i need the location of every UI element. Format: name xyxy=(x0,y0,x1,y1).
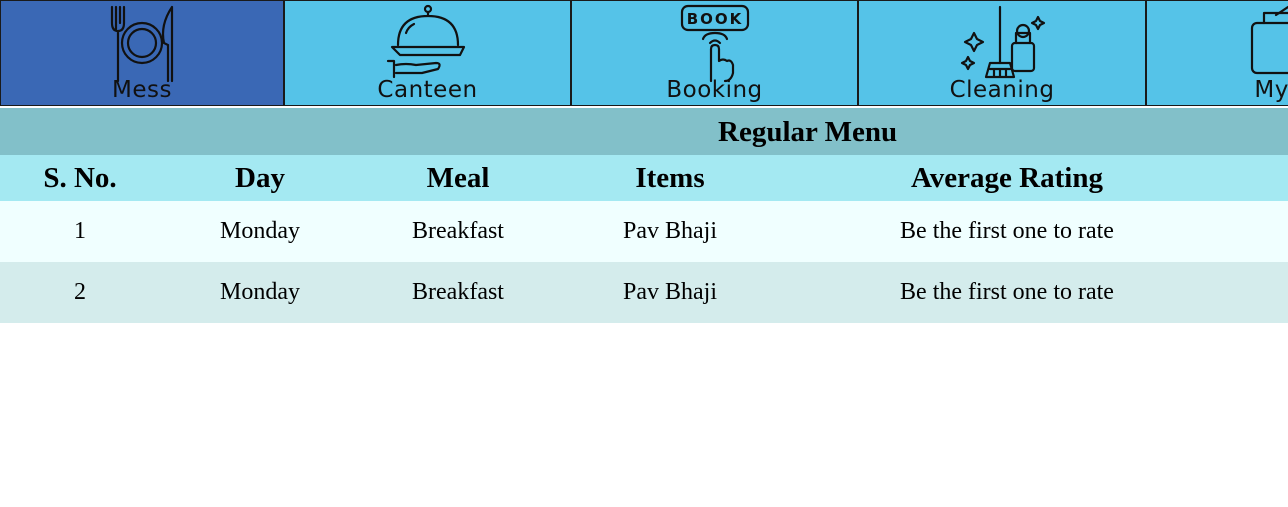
tab-label: Canteen xyxy=(377,77,478,103)
tab-booking[interactable]: BOOK Booking xyxy=(571,0,858,106)
table-header-row: S. No. Day Meal Items Average Rating xyxy=(0,155,1288,201)
cell-meal: Breakfast xyxy=(360,262,556,323)
section-title: Regular Menu xyxy=(718,116,898,148)
top-nav: Mess Canteen BOOK Booking Cleaning My xyxy=(0,0,1288,108)
column-header-items: Items xyxy=(556,155,784,201)
cell-meal: Breakfast xyxy=(360,201,556,262)
cleaning-tools-icon xyxy=(960,3,1046,83)
column-header-sno: S. No. xyxy=(0,155,160,201)
cell-spacer xyxy=(1230,201,1288,262)
plate-cutlery-icon xyxy=(100,3,184,83)
tab-mess[interactable]: Mess xyxy=(0,0,284,106)
column-header-spacer xyxy=(1230,155,1288,201)
cell-items: Pav Bhaji xyxy=(556,262,784,323)
tab-label: Mess xyxy=(112,77,172,103)
book-tap-icon: BOOK xyxy=(673,3,757,83)
cell-items: Pav Bhaji xyxy=(556,201,784,262)
tab-cleaning[interactable]: Cleaning xyxy=(858,0,1146,106)
section-title-bar: Regular Menu xyxy=(0,108,1288,155)
tab-my-account[interactable]: My Ac xyxy=(1146,0,1288,106)
tab-label: Booking xyxy=(666,77,763,103)
column-header-average-rating: Average Rating xyxy=(784,155,1230,201)
cell-sno: 2 xyxy=(0,262,160,323)
column-header-day: Day xyxy=(160,155,360,201)
cell-spacer xyxy=(1230,262,1288,323)
cell-average-rating: Be the first one to rate xyxy=(784,201,1230,262)
menu-table: S. No. Day Meal Items Average Rating 1 M… xyxy=(0,155,1288,323)
account-icon xyxy=(1248,3,1288,83)
tab-label: My Ac xyxy=(1254,77,1288,103)
table-row: 2 Monday Breakfast Pav Bhaji Be the firs… xyxy=(0,262,1288,323)
tab-label: Cleaning xyxy=(949,77,1055,103)
cell-sno: 1 xyxy=(0,201,160,262)
cell-average-rating: Be the first one to rate xyxy=(784,262,1230,323)
cell-day: Monday xyxy=(160,201,360,262)
table-row: 1 Monday Breakfast Pav Bhaji Be the firs… xyxy=(0,201,1288,262)
food-cloche-icon xyxy=(386,3,470,83)
cell-day: Monday xyxy=(160,262,360,323)
column-header-meal: Meal xyxy=(360,155,556,201)
svg-text:BOOK: BOOK xyxy=(686,10,743,28)
tab-canteen[interactable]: Canteen xyxy=(284,0,571,106)
